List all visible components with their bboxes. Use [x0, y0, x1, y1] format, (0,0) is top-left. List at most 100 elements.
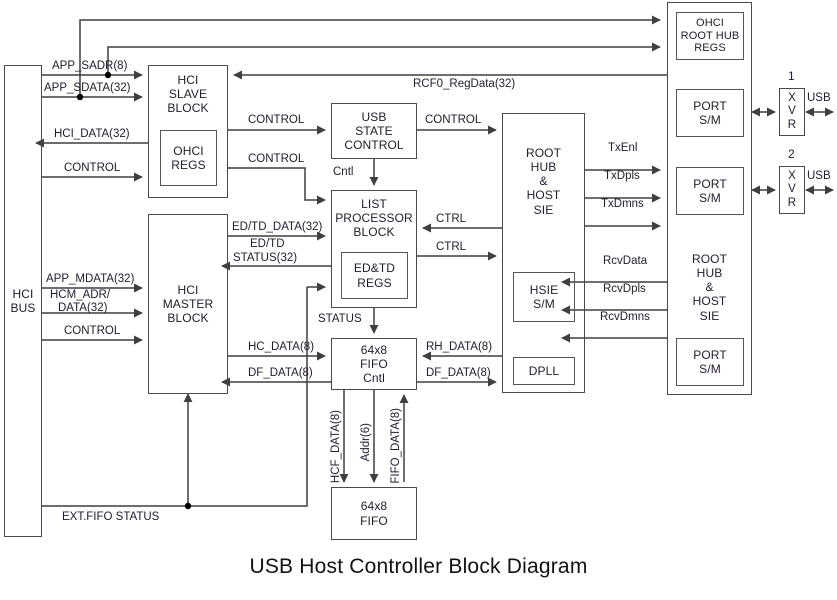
label-usb-1: USB: [807, 92, 831, 104]
label-rcv-dpls: RcvDpls: [603, 283, 646, 295]
junction-dot-ext-fifo: [184, 502, 192, 510]
label-hc-data: HC_DATA(8): [248, 341, 315, 353]
block-root-hub-host-sie-right-line-3: HOST: [692, 294, 727, 309]
label-status: STATUS: [318, 313, 362, 325]
block-ohci-regs-line-1: REGS: [171, 158, 206, 172]
label-df-data-roothub: DF_DATA(8): [426, 367, 491, 379]
block-root-hub-host-sie-right-line-4: SIE: [699, 308, 720, 323]
line-control-slave-list: [228, 167, 326, 205]
block-fifo-cntl-line-0: 64x8: [360, 342, 388, 357]
block-hci-slave-line-0: HCI: [177, 73, 199, 87]
label-tx-enl: TxEnl: [608, 142, 638, 154]
block-hci-bus-line-1: BUS: [10, 301, 36, 315]
block-hci-bus[interactable]: HCI BUS: [4, 65, 42, 537]
label-rcf0-regdata: RCF0_RegData(32): [413, 78, 516, 90]
block-xvr-2-line-2: R: [787, 196, 797, 209]
block-ed-td-regs-line-0: ED&TD: [353, 261, 396, 276]
block-dpll-line-0: DPLL: [528, 363, 560, 378]
block-port-sm-1-line-0: PORT: [693, 98, 727, 113]
block-ohci-regs[interactable]: OHCI REGS: [160, 130, 217, 186]
block-port-sm-3[interactable]: PORT S/M: [676, 338, 744, 386]
label-control-bus-master: CONTROL: [64, 325, 121, 337]
label-tx-dpls: TxDpls: [604, 170, 640, 182]
label-control-slave-list: CONTROL: [248, 153, 305, 165]
block-hsie-sm-line-0: HSIE: [529, 282, 559, 297]
label-app-sdata: APP_SDATA(32): [44, 82, 131, 94]
block-root-hub-host-sie-mid-line-3: HOST: [526, 188, 561, 203]
block-usb-state-control[interactable]: USB STATE CONTROL: [331, 103, 417, 159]
label-ed-td-status-line1: ED/TD: [250, 238, 285, 250]
block-root-hub-host-sie-mid[interactable]: ROOT HUB & HOST SIE: [502, 113, 585, 393]
block-xvr-1[interactable]: X V R: [779, 88, 805, 136]
block-ohci-root-hub-regs-line-2: REGS: [694, 42, 726, 55]
block-usb-state-control-line-2: CONTROL: [344, 138, 404, 153]
block-hci-master-line-0: HCI: [177, 282, 199, 297]
label-df-data-master: DF_DATA(8): [248, 367, 313, 379]
label-port-num-1: 1: [788, 69, 795, 83]
block-hsie-sm-line-1: S/M: [533, 297, 555, 311]
label-ext-fifo-status: EXT.FIFO STATUS: [62, 511, 160, 523]
block-ohci-root-hub-regs[interactable]: OHCI ROOT HUB REGS: [676, 12, 744, 60]
label-ed-td-data: ED/TD_DATA(32): [232, 221, 323, 233]
block-fifo-line-1: FIFO: [360, 513, 388, 528]
block-hci-master-line-1: MASTER: [162, 296, 214, 311]
label-app-mdata: APP_MDATA(32): [46, 273, 135, 285]
label-control-slave-usbstate: CONTROL: [248, 114, 305, 126]
block-root-hub-host-sie-right-line-1: HUB: [696, 266, 723, 281]
block-hci-master[interactable]: HCI MASTER BLOCK: [148, 214, 228, 394]
block-ohci-root-hub-regs-line-0: OHCI: [696, 16, 724, 29]
label-app-sadr: APP_SADR(8): [52, 60, 128, 72]
label-tx-dmns: TxDmns: [601, 198, 644, 210]
label-ed-td-status-line2: STATUS(32): [233, 252, 298, 264]
label-fifo-data: FIFO_DATA(8): [390, 408, 402, 484]
block-fifo[interactable]: 64x8 FIFO: [331, 487, 417, 540]
block-hci-master-line-2: BLOCK: [167, 311, 209, 326]
block-root-hub-host-sie-mid-line-0: ROOT: [525, 146, 562, 160]
block-fifo-line-0: 64x8: [360, 499, 388, 514]
block-port-sm-2-line-1: S/M: [699, 191, 721, 205]
block-xvr-2-line-0: X: [788, 169, 796, 182]
block-root-hub-host-sie-mid-line-1: HUB: [530, 160, 557, 175]
block-port-sm-2[interactable]: PORT S/M: [676, 167, 744, 215]
block-port-sm-2-line-0: PORT: [693, 176, 727, 191]
label-cntl: Cntl: [333, 166, 354, 178]
block-ohci-root-hub-regs-line-1: ROOT HUB: [680, 29, 740, 42]
block-fifo-cntl-line-2: Cntl: [363, 371, 385, 386]
block-root-hub-host-sie-right-line-2: &: [705, 280, 714, 295]
block-usb-state-control-line-1: STATE: [355, 123, 393, 138]
block-xvr-2[interactable]: X V R: [779, 166, 805, 214]
block-root-hub-host-sie-mid-line-2: &: [539, 174, 548, 189]
block-hci-slave-line-2: BLOCK: [167, 101, 209, 116]
block-list-processor-line-1: PROCESSOR: [335, 211, 413, 226]
block-xvr-2-line-1: V: [788, 183, 796, 196]
diagram-canvas: HCI BUS HCI SLAVE BLOCK OHCI REGS HCI MA…: [0, 0, 837, 600]
block-ed-td-regs[interactable]: ED&TD REGS: [341, 252, 408, 299]
block-port-sm-3-line-1: S/M: [699, 362, 721, 376]
label-addr6: Addr(6): [360, 423, 372, 462]
block-hci-bus-line-0: HCI: [12, 286, 34, 301]
label-usb-2: USB: [807, 170, 831, 182]
label-rcv-dmns: RcvDmns: [600, 311, 650, 323]
label-port-num-2: 2: [788, 147, 795, 161]
block-dpll[interactable]: DPLL: [513, 357, 575, 385]
block-root-hub-host-sie-mid-line-4: SIE: [533, 202, 554, 217]
block-xvr-1-line-1: V: [788, 105, 796, 118]
block-root-hub-host-sie-right-line-0: ROOT: [691, 252, 728, 266]
label-control-usbstate-roothub: CONTROL: [425, 114, 482, 126]
label-hcf-data: HCF_DATA(8): [330, 410, 342, 484]
label-rh-data: RH_DATA(8): [426, 341, 493, 353]
block-port-sm-3-line-0: PORT: [693, 347, 727, 362]
label-control-bus-slave: CONTROL: [64, 162, 121, 174]
label-ctrl-up: CTRL: [436, 213, 467, 225]
block-ohci-regs-line-0: OHCI: [173, 143, 204, 158]
block-ed-td-regs-line-1: REGS: [357, 275, 392, 290]
block-fifo-cntl-line-1: FIFO: [360, 356, 388, 371]
block-port-sm-1-line-1: S/M: [699, 113, 721, 127]
block-usb-state-control-line-0: USB: [361, 109, 387, 124]
block-xvr-1-line-0: X: [788, 91, 796, 104]
label-ctrl-down: CTRL: [436, 241, 467, 253]
block-port-sm-1[interactable]: PORT S/M: [676, 89, 744, 137]
label-hcm-adr-line1: HCM_ADR/: [50, 289, 111, 301]
block-fifo-cntl[interactable]: 64x8 FIFO Cntl: [331, 338, 417, 390]
block-hsie-sm[interactable]: HSIE S/M: [513, 272, 575, 322]
